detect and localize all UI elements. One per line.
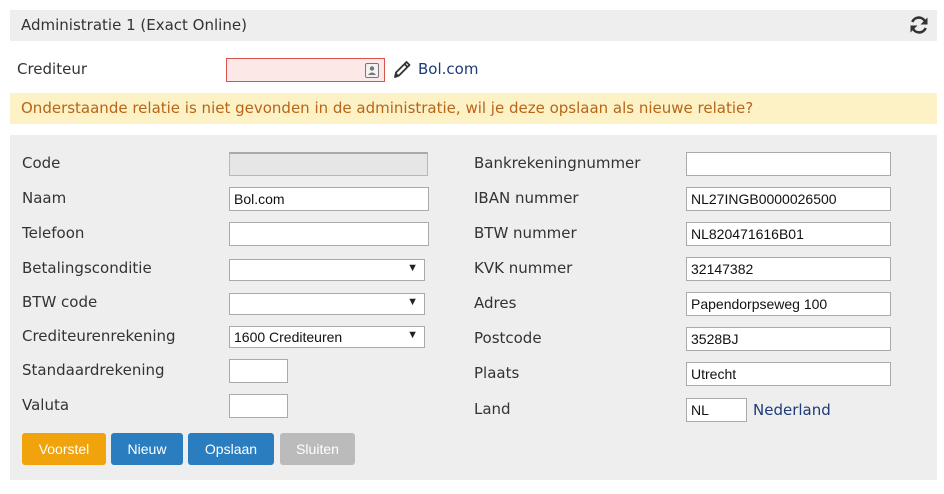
crediteur-label: Crediteur [17, 60, 88, 78]
plaats-field[interactable]: Utrecht [686, 362, 891, 386]
postcode-label: Postcode [474, 329, 542, 347]
opslaan-button[interactable]: Opslaan [188, 433, 274, 465]
iban-label: IBAN nummer [474, 189, 579, 207]
betalingsconditie-select[interactable]: ▼ [229, 259, 425, 281]
kvk-field[interactable]: 32147382 [686, 257, 891, 281]
btw-nummer-label: BTW nummer [474, 224, 577, 242]
warning-banner: Onderstaande relatie is niet gevonden in… [10, 93, 937, 124]
land-field[interactable]: NL [686, 398, 747, 422]
valuta-field[interactable] [229, 394, 288, 418]
naam-field[interactable]: Bol.com [229, 187, 429, 211]
administration-title: Administratie 1 (Exact Online) [21, 16, 247, 34]
postcode-field[interactable]: 3528BJ [686, 327, 891, 351]
crediteurenrekening-label: Crediteurenrekening [22, 327, 176, 345]
contact-card-icon[interactable] [365, 63, 379, 78]
crediteur-input[interactable] [226, 58, 385, 82]
chevron-down-icon: ▼ [407, 262, 418, 274]
crediteurenrekening-value: 1600 Crediteuren [234, 329, 343, 345]
btw-code-select[interactable]: ▼ [229, 293, 425, 315]
crediteur-link[interactable]: Bol.com [418, 60, 478, 78]
sluiten-button[interactable]: Sluiten [280, 433, 355, 465]
chevron-down-icon: ▼ [407, 296, 418, 308]
btw-code-label: BTW code [22, 293, 98, 311]
telefoon-label: Telefoon [22, 224, 85, 242]
land-label: Land [474, 400, 511, 418]
standaardrekening-field[interactable] [229, 359, 288, 383]
land-name-link[interactable]: Nederland [753, 401, 831, 419]
header-bar: Administratie 1 (Exact Online) [10, 10, 937, 41]
iban-field[interactable]: NL27INGB0000026500 [686, 187, 891, 211]
kvk-label: KVK nummer [474, 259, 573, 277]
bankrekeningnummer-field[interactable] [686, 152, 891, 176]
warning-text: Onderstaande relatie is niet gevonden in… [21, 99, 754, 117]
standaardrekening-label: Standaardrekening [22, 361, 165, 379]
bankrekeningnummer-label: Bankrekeningnummer [474, 154, 641, 172]
betalingsconditie-label: Betalingsconditie [22, 259, 152, 277]
naam-label: Naam [22, 189, 67, 207]
plaats-label: Plaats [474, 364, 520, 382]
voorstel-button[interactable]: Voorstel [22, 433, 106, 465]
crediteurenrekening-select[interactable]: 1600 Crediteuren ▼ [229, 326, 425, 348]
adres-label: Adres [474, 294, 517, 312]
valuta-label: Valuta [22, 396, 70, 414]
code-label: Code [22, 154, 61, 172]
btw-nummer-field[interactable]: NL820471616B01 [686, 222, 891, 246]
adres-field[interactable]: Papendorpseweg 100 [686, 292, 891, 316]
chevron-down-icon: ▼ [407, 329, 418, 341]
nieuw-button[interactable]: Nieuw [111, 433, 183, 465]
refresh-icon[interactable] [908, 14, 930, 36]
pencil-icon[interactable] [392, 58, 412, 80]
code-field [229, 152, 428, 176]
telefoon-field[interactable] [229, 222, 429, 246]
